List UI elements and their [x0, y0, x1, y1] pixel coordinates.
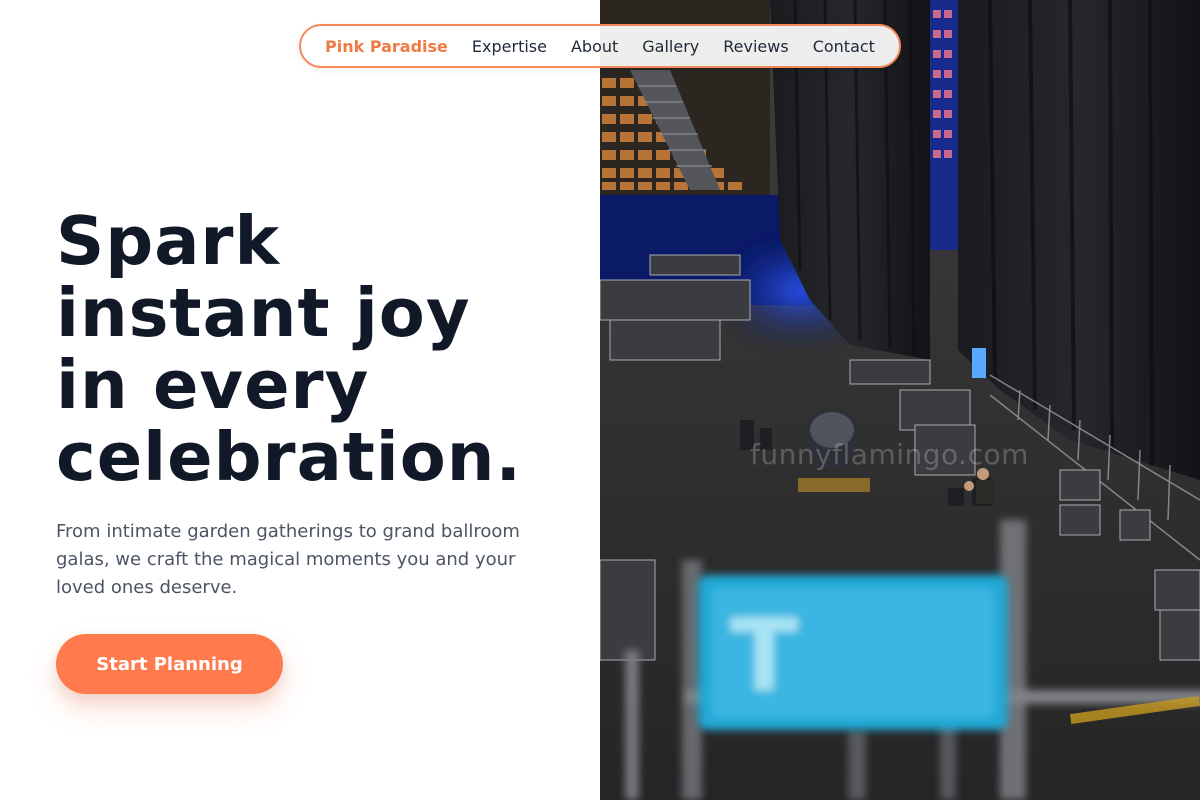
venue-photo-illustration: T	[600, 0, 1200, 800]
hero-subtext: From intimate garden gatherings to grand…	[56, 521, 520, 598]
sign-letter: T	[730, 597, 798, 714]
nav-link-reviews[interactable]: Reviews	[723, 37, 788, 56]
hero-image-venue: T funnyflamingo.com	[600, 0, 1200, 800]
hero-headline: Spark instant joy in every celebration.	[56, 205, 596, 493]
page: Spark instant joy in every celebration. …	[0, 0, 1200, 800]
headline-line-4: celebration.	[56, 418, 522, 496]
start-planning-button[interactable]: Start Planning	[56, 634, 283, 694]
nav-link-gallery[interactable]: Gallery	[642, 37, 699, 56]
hero-section: Spark instant joy in every celebration. …	[0, 0, 600, 800]
nav-brand-link[interactable]: Pink Paradise	[325, 37, 448, 56]
nav-link-about[interactable]: About	[571, 37, 618, 56]
top-nav: Pink Paradise Expertise About Gallery Re…	[299, 24, 901, 68]
photo-watermark: funnyflamingo.com	[750, 438, 1029, 471]
nav-link-contact[interactable]: Contact	[813, 37, 875, 56]
headline-line-1: Spark	[56, 202, 281, 280]
headline-line-3: in every	[56, 346, 370, 424]
headline-line-2: instant joy	[56, 274, 471, 352]
nav-link-expertise[interactable]: Expertise	[472, 37, 547, 56]
